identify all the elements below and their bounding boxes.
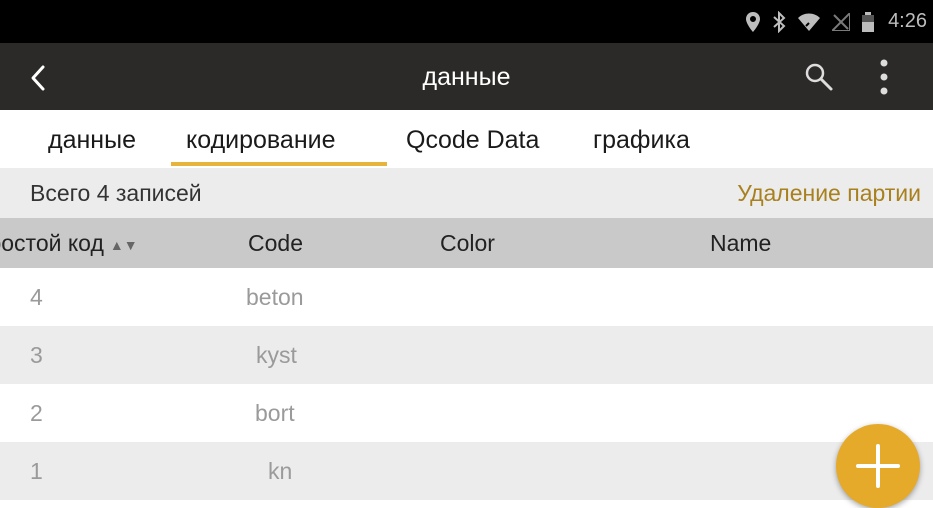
tab-graphics[interactable]: графика: [593, 126, 690, 155]
plus-icon: [856, 444, 900, 488]
tab-indicator: [171, 162, 387, 166]
table-row[interactable]: 2 bort: [0, 384, 933, 442]
status-time: 4:26: [888, 10, 927, 32]
column-header-simple-code[interactable]: простой код ▲▼: [0, 230, 164, 257]
cell-code: kn: [268, 458, 293, 484]
cell-id: 1: [30, 458, 43, 484]
tab-qcode-data[interactable]: Qcode Data: [406, 126, 539, 155]
column-header-code[interactable]: Code: [248, 230, 303, 257]
cell-code: kyst: [256, 342, 297, 368]
sort-icon: ▲▼: [109, 236, 138, 253]
table-header: простой код ▲▼ Code Color Name: [0, 218, 933, 268]
record-count: Всего 4 записей: [30, 180, 202, 206]
tab-data[interactable]: данные: [48, 126, 136, 155]
add-button[interactable]: [836, 424, 920, 508]
table-row[interactable]: 1 kn: [0, 442, 933, 500]
column-header-label: простой код: [0, 230, 104, 256]
column-header-color[interactable]: Color: [440, 230, 495, 257]
column-header-name[interactable]: Name: [710, 230, 771, 257]
status-bar: 4:26: [0, 0, 933, 43]
app-bar: данные: [0, 43, 933, 110]
status-icons: 4:26: [746, 10, 927, 33]
cell-id: 4: [30, 284, 43, 310]
tab-bar: данные кодирование Qcode Data графика: [0, 110, 933, 168]
wifi-icon: [798, 13, 821, 31]
cell-id: 3: [30, 342, 43, 368]
batch-delete-button[interactable]: Удаление партии: [737, 180, 921, 207]
cell-id: 2: [30, 400, 43, 426]
more-options-button[interactable]: [872, 57, 896, 97]
battery-icon: [862, 11, 875, 32]
summary-bar: Всего 4 записей Удаление партии: [0, 168, 933, 218]
signal-icon: [832, 12, 851, 31]
cell-code: beton: [246, 284, 304, 310]
bluetooth-icon: [772, 10, 786, 33]
table-row[interactable]: 3 kyst: [0, 326, 933, 384]
more-vert-icon: [880, 59, 888, 95]
tab-coding[interactable]: кодирование: [186, 126, 336, 155]
cell-code: bort: [255, 400, 295, 426]
location-icon: [746, 11, 761, 32]
search-icon: [805, 63, 833, 91]
table-body: 4 beton 3 kyst 2 bort 1 kn: [0, 268, 933, 500]
table-row[interactable]: 4 beton: [0, 268, 933, 326]
page-title: данные: [422, 63, 511, 91]
search-button[interactable]: [803, 61, 835, 93]
